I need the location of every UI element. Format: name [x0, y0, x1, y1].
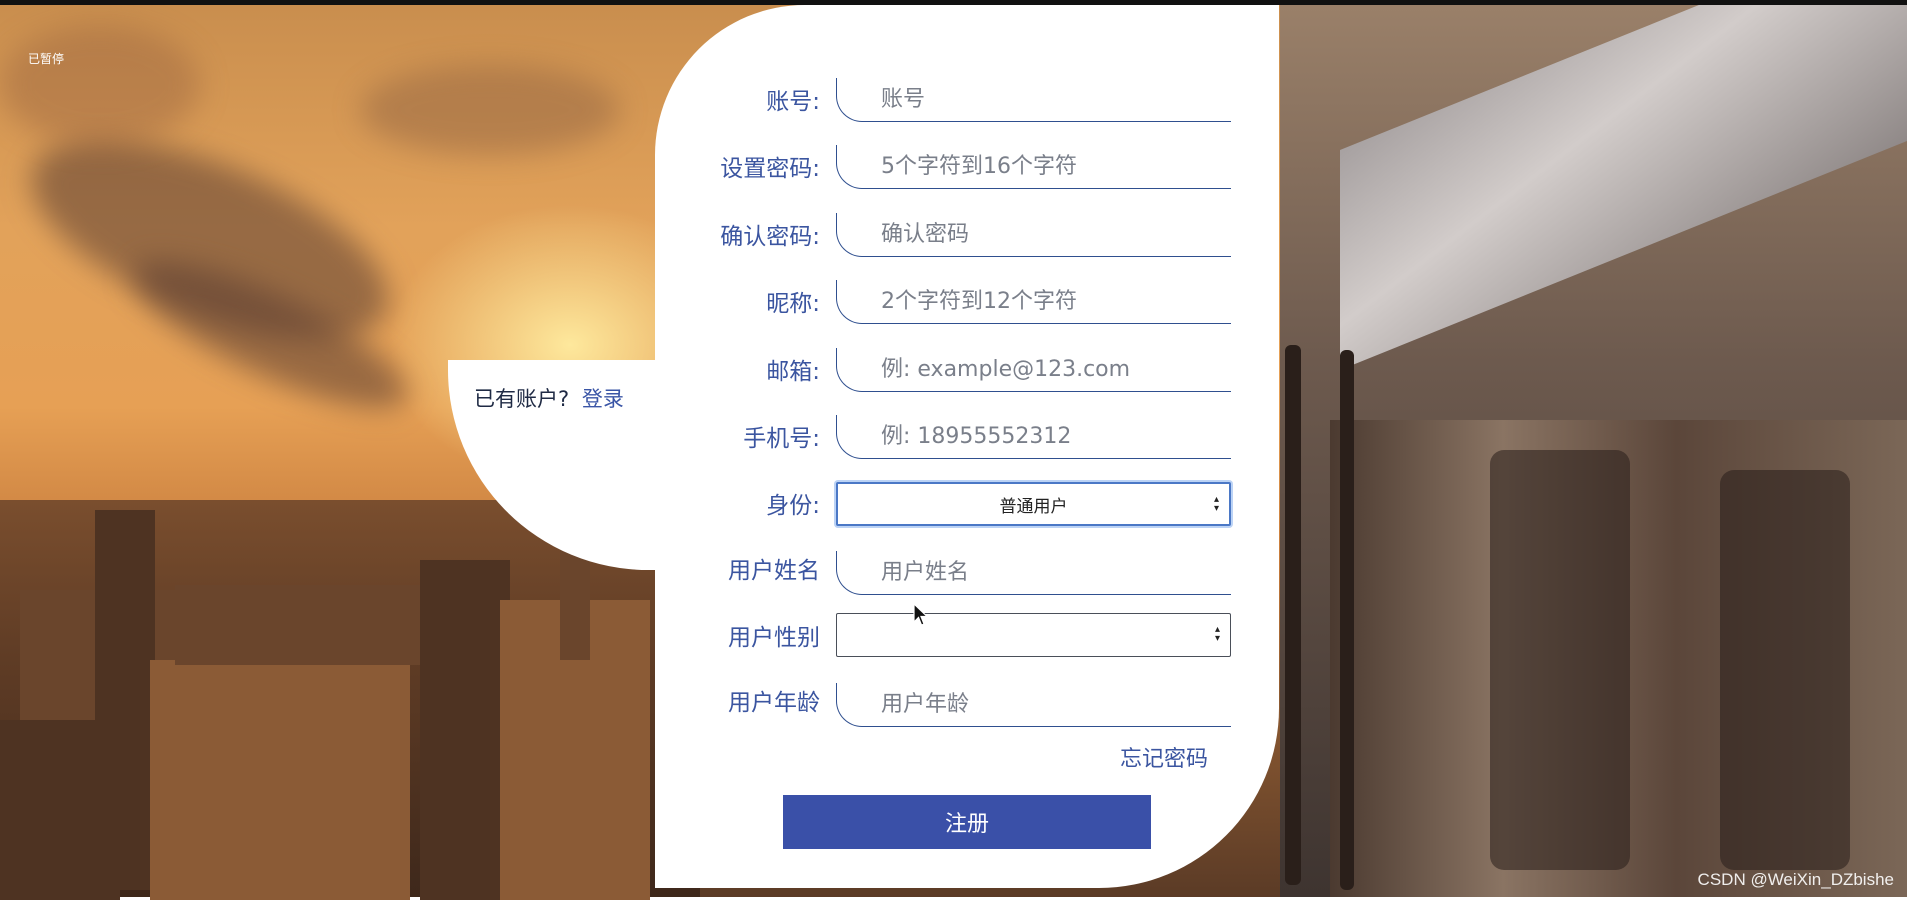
user-name-input[interactable]	[836, 551, 1231, 595]
email-row: 邮箱:	[680, 340, 1240, 396]
register-button[interactable]: 注册	[783, 795, 1151, 849]
user-gender-row: 用户性别 ▴ ▾	[680, 608, 1240, 664]
train-handrail	[1285, 345, 1301, 885]
login-prompt: 已有账户? 登录	[474, 383, 624, 413]
nickname-row: 昵称:	[680, 272, 1240, 328]
user-name-row: 用户姓名	[680, 543, 1240, 599]
role-label: 身份:	[766, 493, 820, 519]
user-gender-select[interactable]: ▴ ▾	[836, 613, 1231, 657]
user-age-input[interactable]	[836, 683, 1231, 727]
mouse-cursor-icon	[913, 603, 929, 626]
account-label: 账号:	[766, 89, 820, 115]
user-age-row: 用户年龄	[680, 675, 1240, 731]
select-arrows-icon: ▴ ▾	[1213, 494, 1219, 514]
train-body	[1330, 420, 1907, 897]
password-input[interactable]	[836, 145, 1231, 189]
nickname-input[interactable]	[836, 280, 1231, 324]
role-select-value: 普通用户	[999, 496, 1068, 517]
select-arrows-icon: ▴ ▾	[1214, 624, 1220, 644]
confirm-password-label: 确认密码:	[720, 224, 820, 250]
confirm-password-row: 确认密码:	[680, 205, 1240, 261]
role-row: 身份: 普通用户 ▴ ▾	[680, 477, 1240, 533]
email-input[interactable]	[836, 348, 1231, 392]
password-label: 设置密码:	[720, 156, 820, 182]
phone-label: 手机号:	[743, 426, 820, 452]
user-gender-label: 用户性别	[728, 625, 820, 651]
phone-input[interactable]	[836, 415, 1231, 459]
account-input[interactable]	[836, 78, 1231, 122]
password-row: 设置密码:	[680, 137, 1240, 193]
nickname-label: 昵称:	[766, 291, 820, 317]
email-label: 邮箱:	[766, 359, 820, 385]
user-name-label: 用户姓名	[728, 558, 820, 584]
paused-status: 已暂停	[28, 52, 65, 66]
train-handrail	[1340, 350, 1354, 890]
role-select[interactable]: 普通用户 ▴ ▾	[836, 482, 1231, 526]
user-age-label: 用户年龄	[728, 690, 820, 716]
login-prompt-text: 已有账户?	[474, 387, 570, 411]
confirm-password-input[interactable]	[836, 213, 1231, 257]
phone-row: 手机号:	[680, 407, 1240, 463]
login-link[interactable]: 登录	[582, 387, 624, 411]
forgot-password-link[interactable]: 忘记密码	[1120, 741, 1208, 773]
account-row: 账号:	[680, 70, 1240, 126]
watermark: CSDN @WeiXin_DZbishe	[1697, 870, 1894, 889]
